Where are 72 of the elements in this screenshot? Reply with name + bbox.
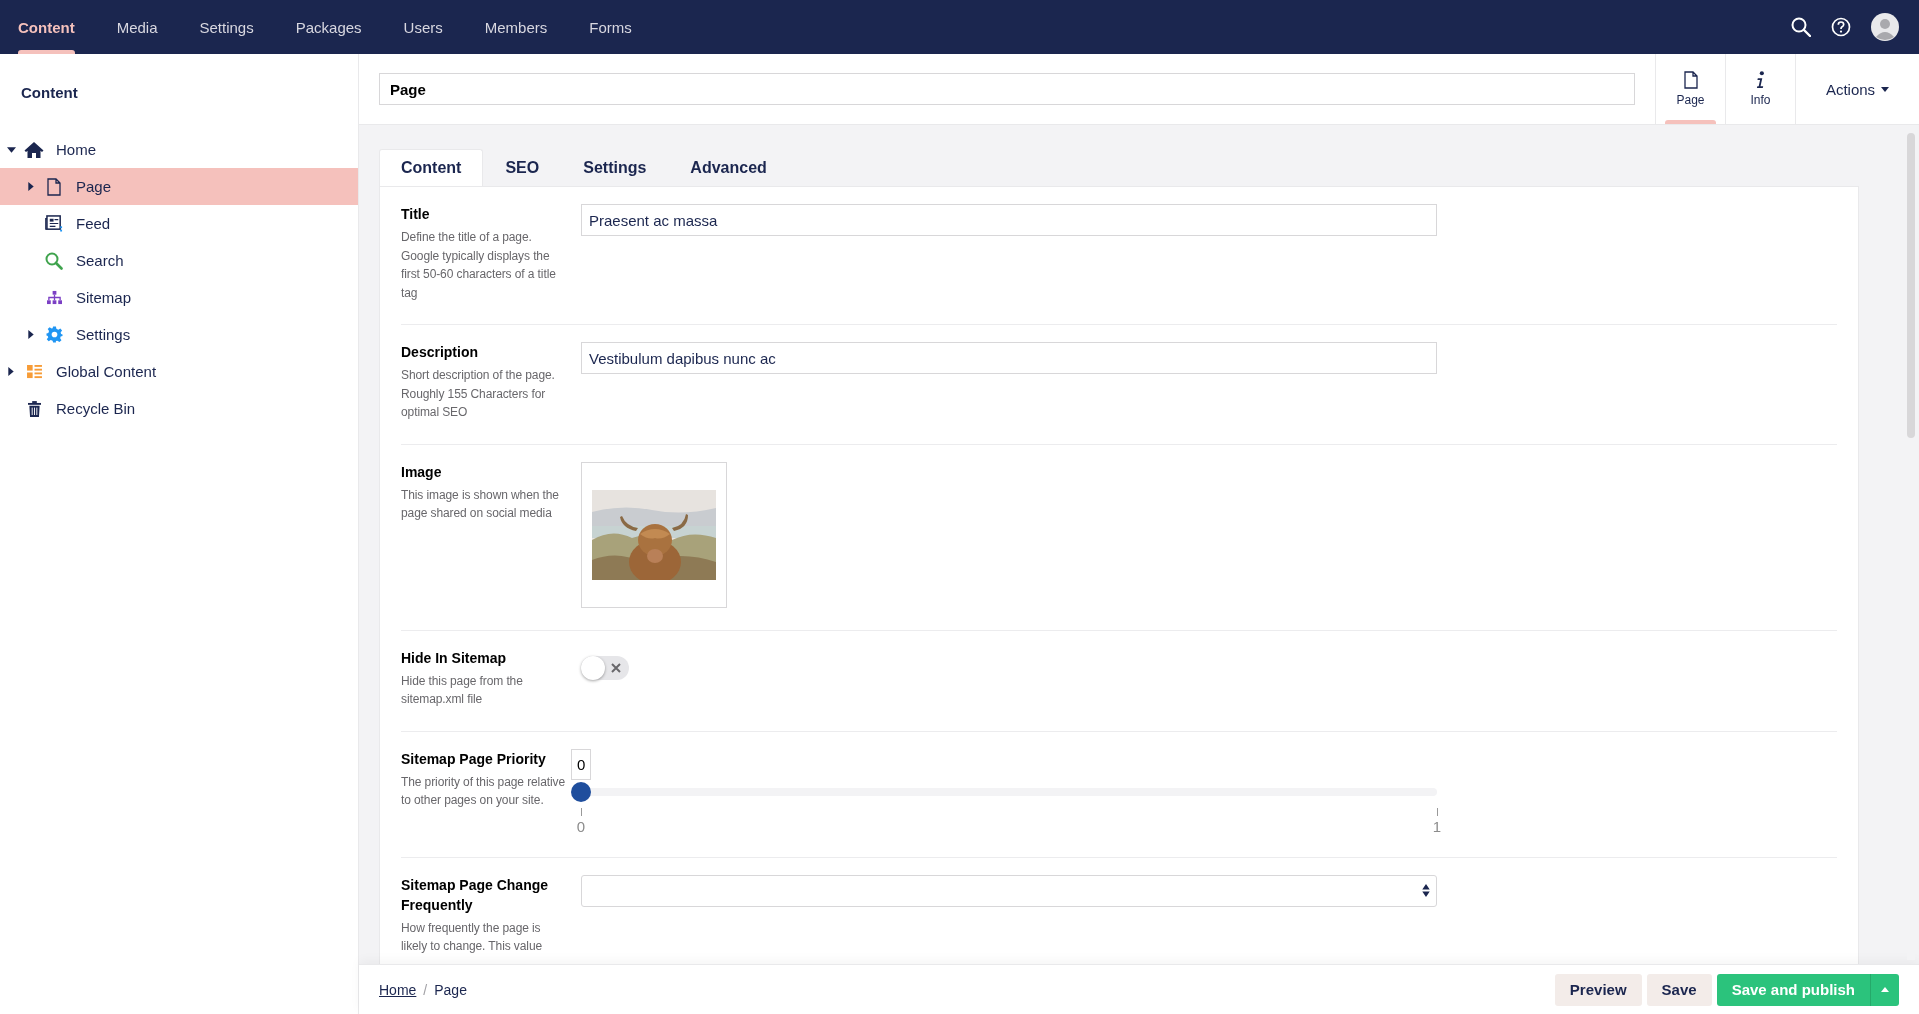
- caret-down-icon: [1881, 86, 1890, 92]
- gear-icon: [45, 326, 63, 343]
- tree-item[interactable]: Feed: [0, 205, 358, 242]
- publish-options-button[interactable]: [1870, 973, 1899, 1006]
- home-icon: [24, 140, 44, 159]
- tick-label: 1: [1430, 807, 1444, 835]
- text-field[interactable]: Vestibulum dapibus nunc ac: [581, 342, 1437, 374]
- action-button[interactable]: Preview: [1554, 973, 1642, 1006]
- nav-tab[interactable]: Settings: [181, 0, 272, 54]
- tab[interactable]: Settings: [561, 149, 669, 186]
- search-icon[interactable]: [1791, 17, 1811, 37]
- avatar[interactable]: [1871, 13, 1899, 41]
- search-icon: [45, 251, 63, 270]
- image-thumbnail[interactable]: [581, 461, 727, 608]
- nav-tab[interactable]: Members: [466, 0, 566, 54]
- actions-button[interactable]: Actions: [1795, 54, 1919, 124]
- property-description: The priority of this page relative to other pages on your site.: [401, 773, 566, 809]
- breadcrumb-link[interactable]: Home: [379, 981, 417, 998]
- property-description: How frequently the page is likely to change. This value: [401, 919, 544, 955]
- dropdown-field[interactable]: [581, 874, 1437, 907]
- property-label: Title: [401, 205, 431, 224]
- caret-right-icon[interactable]: [28, 330, 34, 339]
- text-field[interactable]: Praesent ac massa: [581, 204, 1437, 236]
- tree-item[interactable]: Recycle Bin: [0, 390, 358, 427]
- tree-item[interactable]: Search: [0, 242, 358, 279]
- section-title: Content: [21, 84, 78, 101]
- caret-right-icon[interactable]: [28, 182, 34, 191]
- app-tab[interactable]: Page: [1655, 54, 1725, 124]
- tab[interactable]: Advanced: [668, 149, 789, 186]
- tree-item[interactable]: Settings: [0, 316, 358, 353]
- help-icon[interactable]: [1831, 17, 1851, 37]
- name-field[interactable]: Page: [379, 73, 1635, 105]
- app-tab[interactable]: Info: [1725, 54, 1795, 124]
- tree-item[interactable]: Home: [0, 131, 358, 168]
- tree-item[interactable]: Page: [0, 168, 358, 205]
- caret-right-icon[interactable]: [8, 367, 14, 376]
- caret-up-icon: [1881, 987, 1889, 992]
- nav-tab[interactable]: Users: [385, 0, 461, 54]
- grid-icon: [26, 364, 42, 379]
- tab[interactable]: Content: [379, 149, 484, 186]
- tab[interactable]: SEO: [483, 149, 562, 186]
- tick-label: 0: [574, 807, 588, 835]
- property-label: Sitemap Page Priority: [401, 749, 547, 769]
- breadcrumb-separator: /: [423, 981, 428, 998]
- close-icon: [611, 662, 621, 673]
- slider-thumb[interactable]: [571, 781, 591, 802]
- nav-tab[interactable]: Content: [0, 0, 93, 54]
- breadcrumb-item: Page: [434, 981, 467, 998]
- toggle-switch[interactable]: [581, 655, 629, 680]
- property-description: Define the title of a page. Google typically displays the first 50-60 characters of a title tag: [401, 229, 557, 302]
- property-description: Hide this page from the sitemap.xml file: [401, 672, 524, 708]
- document-icon: [1683, 71, 1698, 89]
- document-icon: [47, 177, 61, 196]
- nav-tab[interactable]: Media: [98, 0, 176, 54]
- property-label: Description: [401, 343, 479, 362]
- trash-icon: [27, 400, 41, 417]
- slider-value: 0: [571, 748, 592, 780]
- property-label: Hide In Sitemap: [401, 648, 508, 668]
- info-icon: [1756, 71, 1765, 89]
- caret-down-icon[interactable]: [6, 146, 16, 153]
- tree-item[interactable]: Global Content: [0, 353, 358, 390]
- newspaper-icon: [44, 215, 64, 232]
- sort-icon: [1422, 884, 1430, 897]
- property-label: Sitemap Page Change Frequently: [401, 875, 550, 915]
- tree-item[interactable]: Sitemap: [0, 279, 358, 316]
- property-description: This image is shown when the page shared on social media: [401, 486, 560, 522]
- nav-tab[interactable]: Forms: [571, 0, 650, 54]
- nav-tab[interactable]: Packages: [277, 0, 380, 54]
- property-description: Short description of the page. Roughly 155 Characters for optimal SEO: [401, 367, 556, 421]
- property-label: Image: [401, 462, 443, 482]
- action-button[interactable]: Save: [1646, 973, 1712, 1006]
- sitemap-icon: [45, 290, 63, 305]
